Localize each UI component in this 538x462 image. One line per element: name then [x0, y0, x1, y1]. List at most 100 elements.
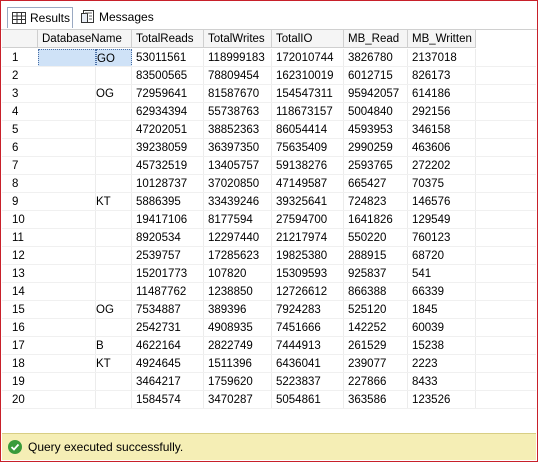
database-name-cell[interactable]	[96, 373, 132, 391]
table-cell[interactable]: 13405757	[204, 157, 272, 175]
table-cell[interactable]: 19825380	[272, 247, 344, 265]
redacted-cell[interactable]	[38, 121, 96, 139]
table-cell[interactable]: 2542731	[132, 319, 204, 337]
results-grid[interactable]: DatabaseName TotalReads TotalWrites TotalIO…	[2, 30, 536, 432]
redacted-cell[interactable]	[38, 391, 96, 409]
table-cell[interactable]: 78809454	[204, 67, 272, 85]
table-cell[interactable]: 12297440	[204, 229, 272, 247]
database-name-cell[interactable]	[96, 391, 132, 409]
table-cell[interactable]: 1759620	[204, 373, 272, 391]
row-number[interactable]: 19	[2, 373, 38, 391]
database-name-cell[interactable]	[96, 139, 132, 157]
table-cell[interactable]: 83500565	[132, 67, 204, 85]
table-cell[interactable]: 10128737	[132, 175, 204, 193]
table-cell[interactable]: 1584574	[132, 391, 204, 409]
table-cell[interactable]: 172010744	[272, 49, 344, 67]
table-cell[interactable]: 12726612	[272, 283, 344, 301]
table-cell[interactable]: 2539757	[132, 247, 204, 265]
table-cell[interactable]: 550220	[344, 229, 408, 247]
table-cell[interactable]: 724823	[344, 193, 408, 211]
table-cell[interactable]: 8920534	[132, 229, 204, 247]
table-cell[interactable]: 107820	[204, 265, 272, 283]
table-cell[interactable]: 37020850	[204, 175, 272, 193]
table-cell[interactable]: 4924645	[132, 355, 204, 373]
redacted-cell[interactable]	[38, 175, 96, 193]
table-cell[interactable]: 19417106	[132, 211, 204, 229]
column-header[interactable]: TotalIO	[272, 30, 344, 48]
table-cell[interactable]: 4593953	[344, 121, 408, 139]
table-cell[interactable]: 272202	[408, 157, 476, 175]
table-cell[interactable]: 11487762	[132, 283, 204, 301]
database-name-cell[interactable]: B	[96, 337, 132, 355]
row-number[interactable]: 9	[2, 193, 38, 211]
row-number[interactable]: 1	[2, 49, 38, 67]
database-name-cell[interactable]	[96, 247, 132, 265]
database-name-cell[interactable]: KT	[96, 355, 132, 373]
table-cell[interactable]: 1845	[408, 301, 476, 319]
table-cell[interactable]: 38852363	[204, 121, 272, 139]
table-cell[interactable]: 227866	[344, 373, 408, 391]
row-number[interactable]: 7	[2, 157, 38, 175]
table-cell[interactable]: 2822749	[204, 337, 272, 355]
row-number[interactable]: 14	[2, 283, 38, 301]
table-cell[interactable]: 15201773	[132, 265, 204, 283]
table-cell[interactable]: 4622164	[132, 337, 204, 355]
table-cell[interactable]: 866388	[344, 283, 408, 301]
redacted-cell[interactable]	[38, 337, 96, 355]
table-cell[interactable]: 7451666	[272, 319, 344, 337]
redacted-cell[interactable]	[38, 301, 96, 319]
row-number[interactable]: 18	[2, 355, 38, 373]
database-name-cell[interactable]: KT	[96, 193, 132, 211]
row-number[interactable]: 8	[2, 175, 38, 193]
table-cell[interactable]: 33439246	[204, 193, 272, 211]
redacted-cell[interactable]	[38, 103, 96, 121]
table-cell[interactable]: 925837	[344, 265, 408, 283]
table-cell[interactable]: 3470287	[204, 391, 272, 409]
table-cell[interactable]: 2137018	[408, 49, 476, 67]
row-number[interactable]: 5	[2, 121, 38, 139]
table-cell[interactable]: 118673157	[272, 103, 344, 121]
table-cell[interactable]: 239077	[344, 355, 408, 373]
redacted-cell[interactable]	[38, 247, 96, 265]
column-header[interactable]: MB_Written	[408, 30, 476, 48]
table-cell[interactable]: 389396	[204, 301, 272, 319]
redacted-cell[interactable]	[38, 139, 96, 157]
table-cell[interactable]: 463606	[408, 139, 476, 157]
database-name-cell[interactable]: OG	[96, 85, 132, 103]
row-number[interactable]: 4	[2, 103, 38, 121]
table-cell[interactable]: 118999183	[204, 49, 272, 67]
table-cell[interactable]: 346158	[408, 121, 476, 139]
table-cell[interactable]: 15238	[408, 337, 476, 355]
table-cell[interactable]: 47202051	[132, 121, 204, 139]
table-cell[interactable]: 123526	[408, 391, 476, 409]
row-number[interactable]: 17	[2, 337, 38, 355]
table-cell[interactable]: 15309593	[272, 265, 344, 283]
row-number[interactable]: 13	[2, 265, 38, 283]
table-cell[interactable]: 5223837	[272, 373, 344, 391]
table-cell[interactable]: 3464217	[132, 373, 204, 391]
database-name-cell[interactable]: OG	[96, 301, 132, 319]
database-name-cell[interactable]	[96, 121, 132, 139]
row-number[interactable]: 16	[2, 319, 38, 337]
table-cell[interactable]: 292156	[408, 103, 476, 121]
table-cell[interactable]: 36397350	[204, 139, 272, 157]
table-cell[interactable]: 70375	[408, 175, 476, 193]
table-cell[interactable]: 60039	[408, 319, 476, 337]
table-cell[interactable]: 760123	[408, 229, 476, 247]
database-name-cell[interactable]	[96, 265, 132, 283]
table-cell[interactable]: 72959641	[132, 85, 204, 103]
database-name-cell[interactable]	[96, 229, 132, 247]
table-cell[interactable]: 95942057	[344, 85, 408, 103]
table-cell[interactable]: 541	[408, 265, 476, 283]
table-cell[interactable]: 142252	[344, 319, 408, 337]
table-cell[interactable]: 39325641	[272, 193, 344, 211]
table-cell[interactable]: 129549	[408, 211, 476, 229]
row-number[interactable]: 6	[2, 139, 38, 157]
redacted-cell[interactable]	[38, 373, 96, 391]
table-cell[interactable]: 62934394	[132, 103, 204, 121]
table-cell[interactable]: 75635409	[272, 139, 344, 157]
table-cell[interactable]: 614186	[408, 85, 476, 103]
table-cell[interactable]: 86054414	[272, 121, 344, 139]
table-cell[interactable]: 363586	[344, 391, 408, 409]
table-cell[interactable]: 5886395	[132, 193, 204, 211]
